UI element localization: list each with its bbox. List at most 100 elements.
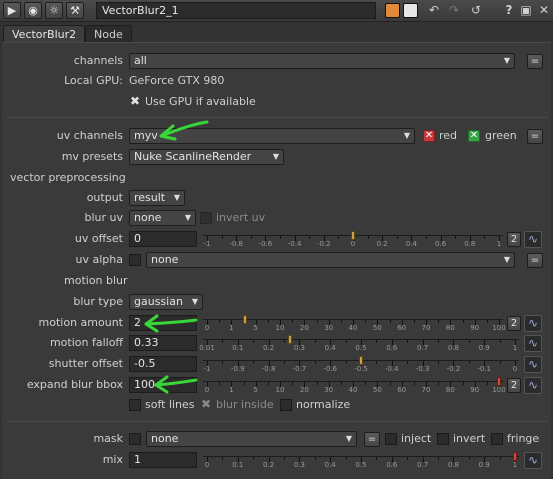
mv-presets-dropdown[interactable]: Nuke ScanlineRender ▼ <box>129 149 284 165</box>
slider-tick-label: 10 <box>275 386 285 394</box>
uv-channels-dropdown[interactable]: myv ▼ <box>129 128 415 144</box>
node-name-field[interactable]: VectorBlur2_1 <box>96 2 376 19</box>
undo-icon[interactable]: ↶ <box>425 2 443 19</box>
center-node-icon[interactable]: ◉ <box>24 2 42 19</box>
slider-minor-tick <box>221 236 223 239</box>
curve-editor-icon[interactable]: ∿ <box>524 335 542 352</box>
slider-minor-tick <box>462 320 464 323</box>
node-color-swatch[interactable] <box>385 3 400 18</box>
invert-uv-checkbox[interactable] <box>200 212 212 224</box>
mix-slider[interactable]: 0 0.1 0.2 0.3 0.4 0.5 0.6 0.7 0.8 0.9 1 <box>203 452 519 470</box>
help-icon[interactable]: ? <box>500 2 518 19</box>
slider-minor-tick <box>486 320 488 323</box>
slider-minor-tick <box>499 340 501 343</box>
blur-uv-dropdown[interactable]: none ▼ <box>129 210 196 226</box>
normalize-checkbox[interactable] <box>280 399 292 411</box>
mask-checkbox[interactable] <box>129 433 141 445</box>
slider-minor-tick <box>284 361 285 364</box>
slider-handle[interactable] <box>351 231 355 240</box>
slider-tick-label: 0.9 <box>478 344 490 352</box>
slider-tick-label: 1 <box>512 461 518 469</box>
curve-editor-icon[interactable]: ∿ <box>524 315 542 332</box>
motion-amount-slider[interactable]: 0 1 5 10 20 30 40 50 60 70 80 90 100 <box>203 315 506 333</box>
mask-dropdown[interactable]: none ▼ <box>146 431 357 447</box>
curve-editor-icon[interactable]: ∿ <box>524 452 542 469</box>
channels-menu-button[interactable]: = <box>527 54 543 69</box>
slider-tick-label: 0.1 <box>232 461 244 469</box>
blur-inside-checkbox[interactable]: ✖ <box>200 398 212 411</box>
expand-blur-bbox-slider[interactable]: 0 1 5 10 20 30 40 50 60 70 80 90 100 <box>203 377 506 395</box>
mix-field[interactable]: 1 <box>129 452 197 468</box>
use-gpu-checkbox[interactable]: ✖ <box>129 95 141 108</box>
vector-preprocessing-label: vector preprocessing <box>10 171 126 184</box>
blur-type-dropdown[interactable]: gaussian ▼ <box>129 294 203 310</box>
redo-icon[interactable]: ↷ <box>445 2 463 19</box>
slider-tick-label: 0 <box>204 324 210 332</box>
close-panel-icon[interactable]: ▶ <box>3 2 21 19</box>
uv-offset-slider[interactable]: -1 -0.8 -0.6 -0.4 -0.2 0 0.2 0.4 0.6 0.8 1 <box>203 231 503 249</box>
motion-falloff-field[interactable]: 0.33 <box>129 335 197 351</box>
expand-blur-bbox-label: expand blur bbox <box>26 378 123 391</box>
slider-minor-tick <box>314 457 316 460</box>
red-channel-label: red <box>439 129 458 142</box>
slider-handle[interactable] <box>242 315 247 324</box>
close-icon[interactable]: ✕ <box>535 2 553 19</box>
slider-handle[interactable] <box>359 356 363 365</box>
uv-alpha-dropdown[interactable]: none ▼ <box>146 252 515 268</box>
slider-minor-tick <box>438 340 439 343</box>
slider-minor-tick <box>468 340 470 343</box>
uv-offset-field[interactable]: 0 <box>129 231 197 247</box>
mask-menu-button[interactable]: = <box>364 432 380 447</box>
uv-alpha-menu-button[interactable]: = <box>527 253 543 268</box>
wrench-icon[interactable]: ⚒ <box>66 2 84 19</box>
slider-tick-label: 0 <box>350 240 356 248</box>
revert-icon[interactable]: ↺ <box>467 2 485 19</box>
tab-node[interactable]: Node <box>85 25 132 43</box>
slider-handle[interactable] <box>288 335 293 344</box>
slider-tick-label: 0.5 <box>355 344 367 352</box>
slider-minor-tick <box>367 236 369 239</box>
slider-tick-label: 10 <box>275 324 285 332</box>
slider-minor-tick <box>340 320 342 323</box>
curve-editor-icon[interactable]: ∿ <box>524 377 542 394</box>
slider-minor-tick <box>314 340 316 343</box>
shutter-offset-field[interactable]: -0.5 <box>129 356 197 372</box>
uv-alpha-checkbox[interactable] <box>129 254 141 266</box>
shutter-offset-slider[interactable]: -1 -0.9 -0.8 -0.7 -0.6 -0.5 -0.4 -0.3 -0.2 -0.1 0 <box>203 356 519 374</box>
slider-tick-label: 100 <box>492 324 506 332</box>
invert-mask-checkbox[interactable] <box>437 433 449 445</box>
output-dropdown[interactable]: result ▼ <box>129 190 185 206</box>
channels-label: channels <box>73 54 123 67</box>
curve-editor-icon[interactable]: ∿ <box>524 231 542 248</box>
float-panel-icon[interactable]: ▣ <box>517 2 535 19</box>
slider-tick-label: 30 <box>324 386 334 394</box>
expand-blur-bbox-anim-count[interactable]: 2 <box>507 378 521 393</box>
uv-offset-anim-count[interactable]: 2 <box>507 232 521 247</box>
slider-tick-label: 90 <box>470 386 480 394</box>
motion-amount-field[interactable]: 2 <box>129 315 197 331</box>
node-flag-icon[interactable]: ☼ <box>45 2 63 19</box>
fringe-checkbox[interactable] <box>491 433 503 445</box>
motion-amount-anim-count[interactable]: 2 <box>507 316 521 331</box>
slider-minor-tick <box>222 361 224 364</box>
slider-tick-label: 1 <box>512 344 518 352</box>
slider-minor-tick <box>222 340 224 343</box>
green-channel-checkbox[interactable]: ✕ <box>468 130 480 142</box>
expand-blur-bbox-field[interactable]: 100 <box>129 377 197 393</box>
slider-handle[interactable] <box>513 452 517 461</box>
red-channel-checkbox[interactable]: ✕ <box>423 130 435 142</box>
motion-falloff-slider[interactable]: 0.01 0.1 0.2 0.3 0.4 0.5 0.6 0.7 0.8 0.9 1 <box>199 335 519 353</box>
mask-value: none <box>151 432 179 445</box>
slider-handle[interactable] <box>497 377 501 386</box>
inject-checkbox[interactable] <box>385 433 397 445</box>
slider-tick-label: 80 <box>445 324 455 332</box>
uv-channels-menu-button[interactable]: = <box>527 129 543 144</box>
soft-lines-checkbox[interactable] <box>129 399 141 411</box>
text-color-swatch[interactable] <box>403 3 418 18</box>
curve-editor-icon[interactable]: ∿ <box>524 356 542 373</box>
tab-vectorblur2[interactable]: VectorBlur2 <box>3 25 86 43</box>
slider-tick-label: -0.2 <box>316 240 331 248</box>
slider-minor-tick <box>345 340 347 343</box>
slider-tick-label: -1 <box>203 365 211 373</box>
channels-dropdown[interactable]: all ▼ <box>129 53 515 69</box>
